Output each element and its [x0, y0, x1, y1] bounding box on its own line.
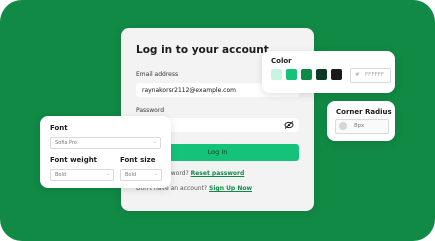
color-title: Color	[271, 57, 292, 65]
font-weight-label: Font weight	[50, 156, 98, 164]
hex-color-input[interactable]: # FFFFFF	[350, 68, 391, 83]
corner-radius-value: 8px	[354, 123, 365, 129]
green-background: Log in to your account Email address ray…	[0, 0, 435, 241]
reset-password-link[interactable]: Reset password	[191, 170, 245, 177]
font-weight-select[interactable]: Bold ⌄	[50, 169, 114, 181]
font-label: Font	[50, 124, 68, 132]
login-title: Log in to your account	[136, 44, 269, 56]
chevron-down-icon: ⌄	[105, 171, 110, 177]
font-size-select[interactable]: Bold ⌄	[120, 169, 162, 181]
color-swatch-mint[interactable]	[271, 69, 282, 80]
color-swatch-black[interactable]	[331, 69, 342, 80]
font-size-value: Bold	[125, 172, 137, 178]
sign-up-link[interactable]: Sign Up Now	[209, 185, 252, 192]
hex-value: FFFFFF	[365, 72, 384, 78]
font-value: Sofia Pro	[55, 140, 77, 146]
password-label: Password	[136, 107, 165, 114]
corner-radius-title: Corner Radius	[336, 108, 392, 116]
hex-prefix: #	[355, 72, 360, 78]
email-value: raynakorsr2112@example.com	[142, 87, 236, 94]
font-size-label: Font size	[120, 156, 156, 164]
eye-off-icon[interactable]	[284, 121, 294, 129]
color-settings-card: Color # FFFFFF	[262, 51, 395, 93]
email-label: Email address	[136, 71, 179, 78]
font-settings-card: Font Sofia Pro ⌄ Font weight Bold ⌄ Font…	[40, 116, 171, 188]
color-swatch-dark-green[interactable]	[316, 69, 327, 80]
color-swatch-forest[interactable]	[301, 69, 312, 80]
chevron-down-icon: ⌄	[152, 139, 157, 145]
color-swatch-green[interactable]	[286, 69, 297, 80]
font-select[interactable]: Sofia Pro ⌄	[50, 137, 161, 149]
corner-radius-card: Corner Radius 8px	[327, 101, 395, 141]
corner-radius-icon	[339, 122, 347, 130]
font-weight-value: Bold	[55, 172, 67, 178]
chevron-down-icon: ⌄	[153, 171, 158, 177]
corner-radius-input[interactable]: 8px	[335, 119, 389, 134]
